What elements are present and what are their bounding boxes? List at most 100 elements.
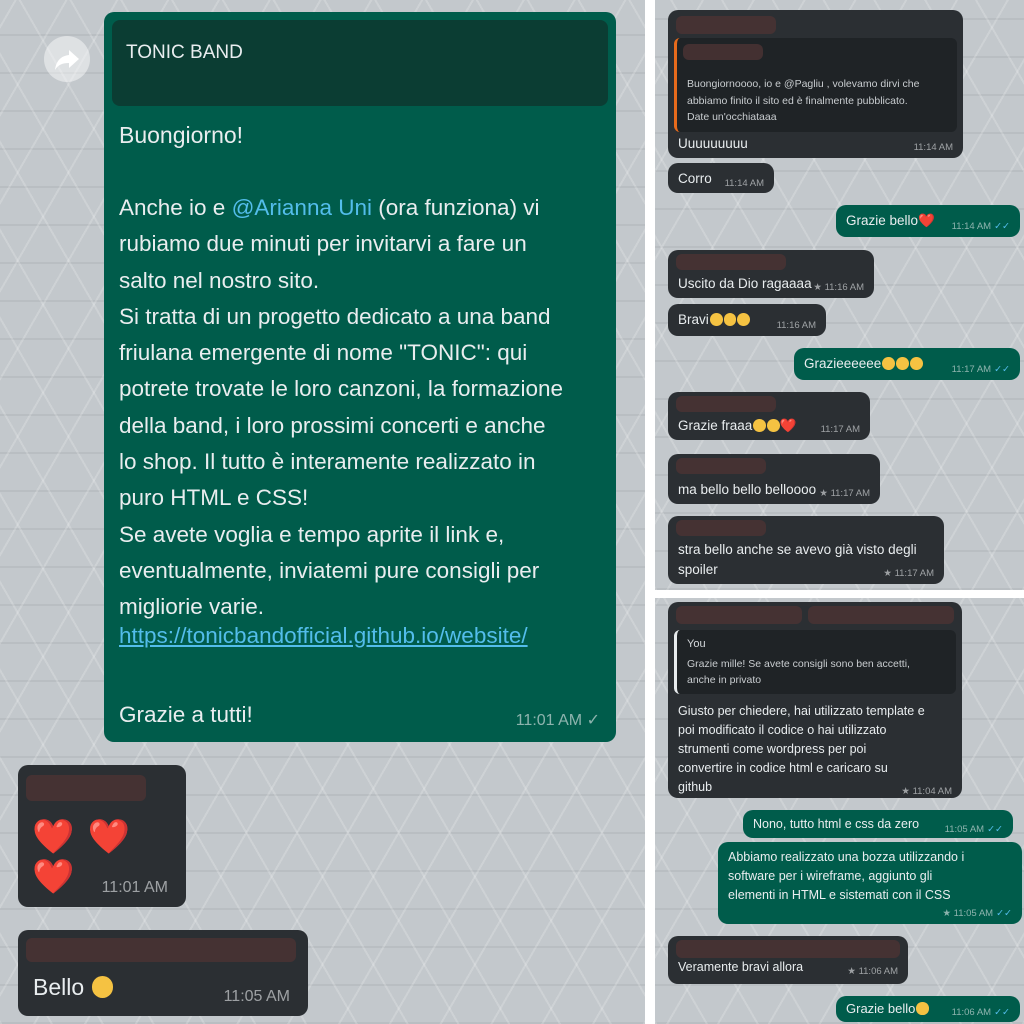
message-text: Grazie fraaa ❤️ bbox=[678, 418, 797, 434]
quoted-sender-redacted bbox=[683, 44, 763, 60]
message-time: 11:14 AM bbox=[913, 142, 953, 153]
read-receipt-icon: ✓✓ bbox=[994, 1007, 1010, 1018]
message-time: 11:06 AM ✓✓ bbox=[952, 1007, 1010, 1018]
pleading-emoji-icon bbox=[737, 312, 751, 326]
top-right-chat-panel: Buongiornoooo, io e @Pagliu , volevamo d… bbox=[655, 0, 1024, 590]
message-bubble-grazieeeeee[interactable]: Grazieeeeee 11:17 AM ✓✓ bbox=[794, 348, 1020, 380]
smiling-hearts-emoji-icon bbox=[916, 1002, 929, 1015]
quoted-message[interactable]: Buongiornoooo, io e @Pagliu , volevamo d… bbox=[674, 38, 957, 132]
message-text: Abbiamo realizzato una bozza utilizzando… bbox=[728, 850, 965, 902]
message-time-text: 11:04 AM bbox=[912, 786, 952, 797]
bello-text-label: Bello bbox=[33, 974, 85, 1000]
message-bubble-grazie-fraaa[interactable]: Grazie fraaa ❤️ 11:17 AM bbox=[668, 392, 870, 440]
forwarded-message-bubble[interactable]: TONIC BAND Buongiorno! Anche io e @Arian… bbox=[104, 12, 616, 742]
message-text-label: Bravi bbox=[678, 312, 709, 327]
message-time: ★ 11:06 AM bbox=[847, 966, 898, 977]
left-chat-panel: TONIC BAND Buongiorno! Anche io e @Arian… bbox=[0, 0, 645, 1024]
smiling-hearts-emoji-icon bbox=[909, 356, 923, 370]
message-text-label: Grazie bello bbox=[846, 1001, 916, 1016]
forwarded-header-title: TONIC BAND bbox=[126, 42, 243, 63]
message-time: ★ 11:04 AM bbox=[901, 786, 952, 797]
message-text: Giusto per chiedere, hai utilizzato temp… bbox=[678, 704, 925, 794]
message-time: 11:17 AM ✓✓ bbox=[952, 364, 1010, 375]
message-text: Uuuuuuuuu bbox=[678, 136, 748, 151]
message-text-label: Grazie bello bbox=[846, 213, 919, 228]
heart-eyes-emoji-icon bbox=[91, 975, 114, 998]
message-time: 11:14 AM ✓✓ bbox=[952, 221, 1010, 232]
mention-link[interactable]: @Arianna Uni bbox=[232, 195, 372, 220]
message-time-text: 11:16 AM bbox=[824, 282, 864, 293]
bello-text: Bello bbox=[33, 974, 114, 1001]
sent-check-icon: ✓ bbox=[586, 712, 600, 729]
sender-name-redacted bbox=[676, 606, 802, 624]
pleading-emoji-icon bbox=[709, 312, 723, 326]
sender-name-redacted bbox=[676, 940, 900, 958]
smiling-hearts-emoji-icon bbox=[896, 356, 909, 370]
message-greeting: Buongiorno! bbox=[119, 122, 244, 148]
sender-name-redacted bbox=[676, 458, 766, 474]
message-bubble-ma-bello[interactable]: ma bello bello belloooo ★ 11:17 AM bbox=[668, 454, 880, 504]
message-bubble-corro[interactable]: Corro 11:14 AM bbox=[668, 163, 774, 193]
bello-timestamp: 11:05 AM bbox=[223, 988, 290, 1005]
website-link[interactable]: https://tonicbandofficial.github.io/webs… bbox=[119, 623, 528, 649]
message-text: stra bello anche se avevo già visto degl… bbox=[678, 542, 917, 577]
read-receipt-icon: ✓✓ bbox=[994, 221, 1010, 232]
message-time-text: 11:14 AM bbox=[951, 221, 992, 232]
message-text-before-mention: Anche io e bbox=[119, 195, 232, 220]
message-time: ★ 11:17 AM bbox=[883, 568, 934, 579]
sender-name-redacted bbox=[676, 396, 776, 412]
message-text: Grazieeeeee bbox=[804, 356, 923, 371]
question-bubble[interactable]: You Grazie mille! Se avete consigli sono… bbox=[668, 602, 962, 798]
bello-message-bubble[interactable]: Bello 11:05 AM bbox=[18, 930, 308, 1016]
hearts-timestamp: 11:01 AM bbox=[101, 879, 168, 896]
message-text: Uscito da Dio ragaaaa bbox=[678, 276, 812, 291]
message-text: Bravi bbox=[678, 312, 751, 327]
forward-arrow-icon bbox=[55, 50, 79, 70]
sender-name-redacted bbox=[676, 520, 766, 536]
message-time: ★ 11:05 AM ✓✓ bbox=[942, 908, 1012, 919]
message-timestamp: 11:01 AM ✓ bbox=[516, 710, 600, 730]
message-body: Anche io e @Arianna Uni (ora funziona) v… bbox=[119, 190, 609, 626]
quoted-sender: You bbox=[687, 638, 706, 650]
message-bubble-abbiamo[interactable]: Abbiamo realizzato una bozza utilizzando… bbox=[718, 842, 1022, 924]
message-bubble-veramente[interactable]: Veramente bravi allora ★ 11:06 AM bbox=[668, 936, 908, 984]
read-receipt-icon: ✓✓ bbox=[994, 364, 1010, 375]
sender-name-redacted bbox=[676, 254, 786, 270]
message-text: Grazie bello bbox=[846, 1001, 929, 1016]
message-text-label: Grazie fraaa bbox=[678, 418, 753, 433]
message-time-text: 11:05 AM bbox=[953, 908, 994, 919]
panel-divider bbox=[645, 0, 655, 1024]
read-receipt-icon: ✓✓ bbox=[996, 908, 1012, 919]
message-time: ★ 11:16 AM bbox=[813, 282, 864, 293]
heart-emoji-icon: ❤️ bbox=[918, 213, 935, 228]
message-time: 11:16 AM bbox=[776, 320, 816, 331]
message-bubble-grazie-bello-2[interactable]: Grazie bello 11:06 AM ✓✓ bbox=[836, 996, 1020, 1022]
pleading-emoji-icon bbox=[723, 312, 737, 326]
message-time: 11:17 AM bbox=[820, 424, 860, 435]
message-text: Corro bbox=[678, 171, 712, 186]
quoted-reply-bubble[interactable]: Buongiornoooo, io e @Pagliu , volevamo d… bbox=[668, 10, 963, 158]
forwarded-header: TONIC BAND bbox=[112, 20, 608, 106]
quoted-message[interactable]: You Grazie mille! Se avete consigli sono… bbox=[674, 630, 956, 694]
message-text: ma bello bello belloooo bbox=[678, 482, 817, 497]
message-bubble-bravi[interactable]: Bravi 11:16 AM bbox=[668, 304, 826, 336]
message-text: Nono, tutto html e css da zero bbox=[753, 817, 920, 831]
quoted-message-text: Grazie mille! Se avete consigli sono ben… bbox=[687, 658, 910, 686]
message-bubble-nono[interactable]: Nono, tutto html e css da zero 11:05 AM ✓… bbox=[743, 810, 1013, 838]
heart-emoji-icon: ❤️ bbox=[779, 418, 797, 433]
bottom-right-chat-panel: You Grazie mille! Se avete consigli sono… bbox=[655, 598, 1024, 1024]
message-bubble-uscito[interactable]: Uscito da Dio ragaaaa ★ 11:16 AM bbox=[668, 250, 874, 298]
message-time: 11:14 AM bbox=[724, 178, 764, 189]
message-bubble-grazie-bello[interactable]: Grazie bello❤️ 11:14 AM ✓✓ bbox=[836, 205, 1020, 237]
hearts-message-bubble[interactable]: ❤️ ❤️ ❤️ 11:01 AM bbox=[18, 765, 186, 907]
panel-divider bbox=[655, 590, 1024, 598]
message-bubble-stra-bello[interactable]: stra bello anche se avevo già visto degl… bbox=[668, 516, 944, 584]
sender-name-redacted bbox=[676, 16, 776, 34]
message-text-label: Grazieeeeee bbox=[804, 356, 882, 371]
quoted-message-text: Buongiornoooo, io e @Pagliu , volevamo d… bbox=[687, 78, 920, 123]
forward-button[interactable] bbox=[44, 36, 90, 82]
sender-name-redacted bbox=[26, 938, 296, 962]
pleading-emoji-icon bbox=[767, 418, 780, 432]
pleading-emoji-icon bbox=[753, 418, 767, 432]
message-text-after-mention: (ora funziona) vi rubiamo due minuti per… bbox=[119, 195, 563, 620]
